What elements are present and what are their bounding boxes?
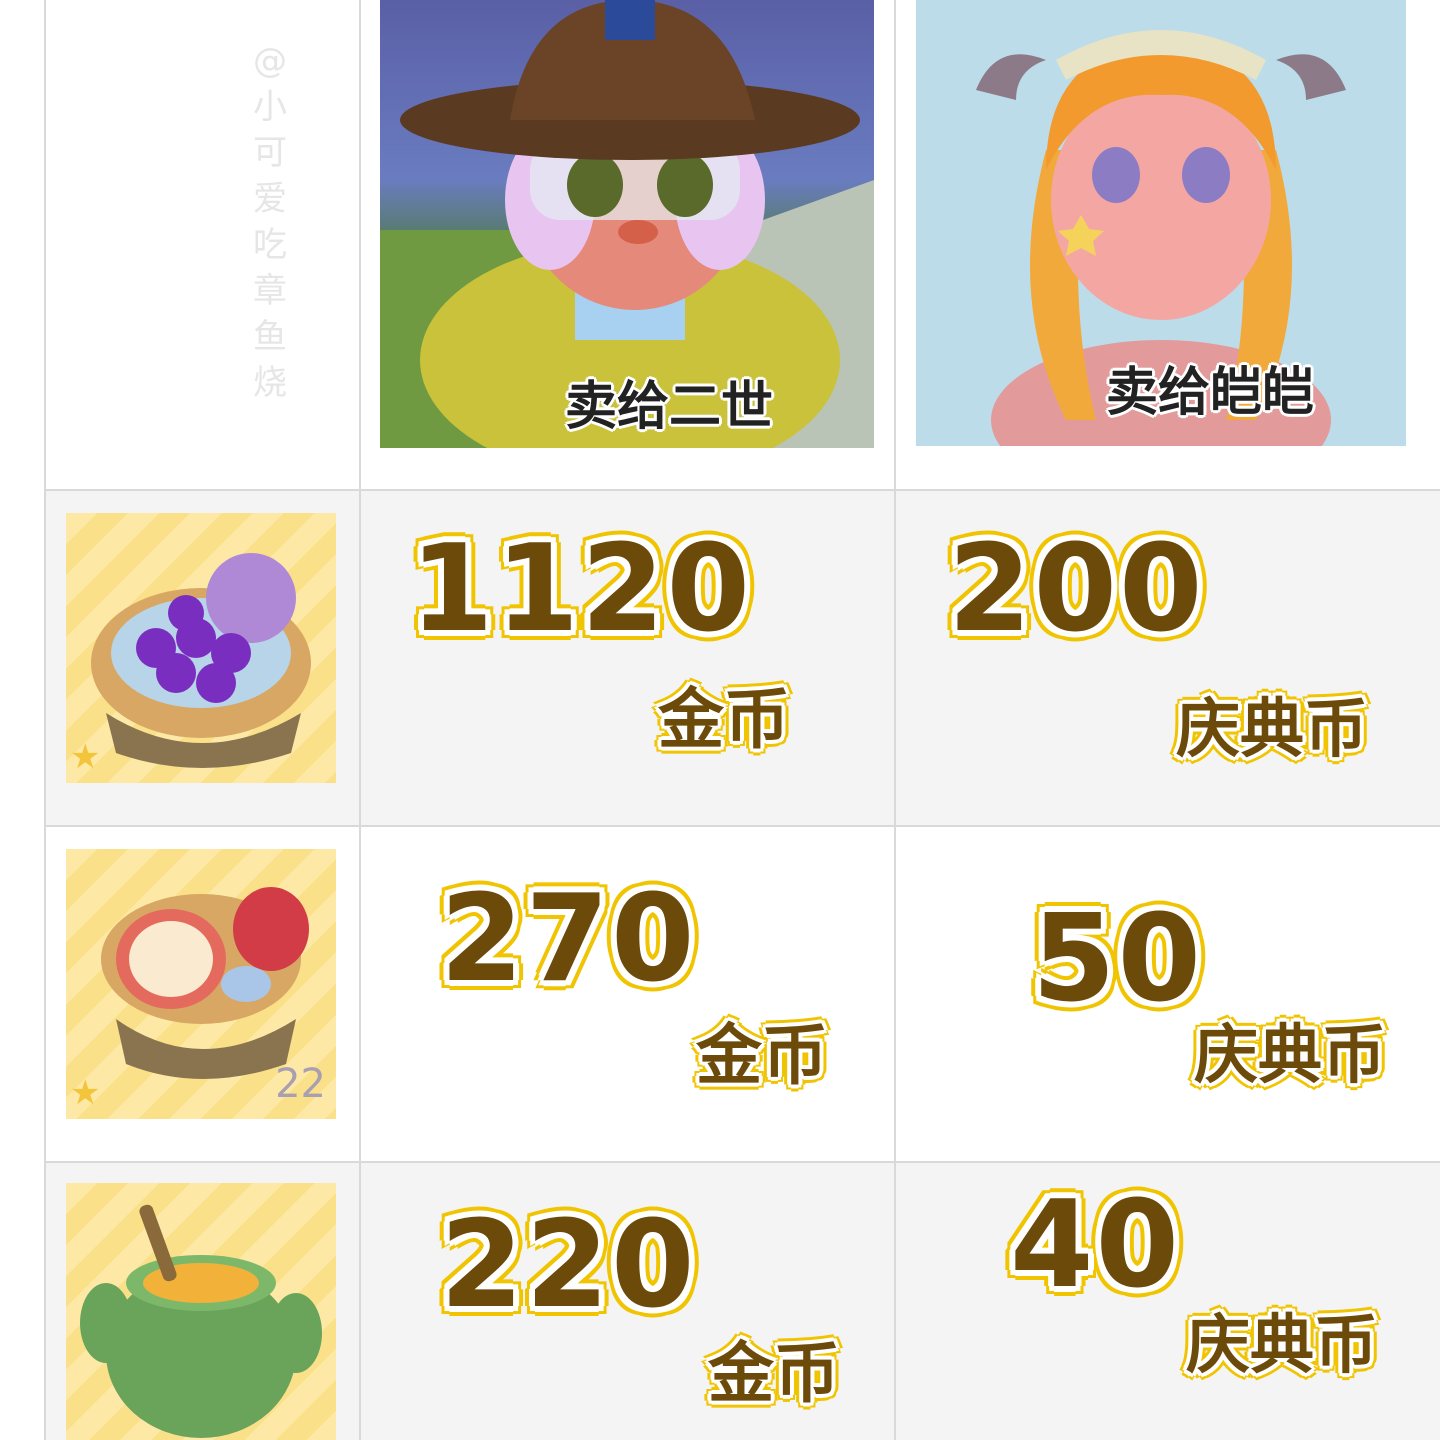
portrait-aiai: 卖给皑皑 — [916, 0, 1406, 446]
item-thumb-cactus-cup — [66, 1183, 336, 1440]
gold-unit: 金币 — [708, 1335, 840, 1412]
grid-line — [45, 825, 1440, 827]
festival-price: 200 — [948, 520, 1205, 659]
festival-unit: 庆典币 — [1176, 693, 1368, 767]
watermark: @小可爱吃章鱼烧 — [250, 38, 290, 406]
rarity-star-icon: ★ — [70, 1073, 101, 1113]
gold-unit: 金币 — [658, 681, 790, 758]
gold-unit: 金币 — [696, 1017, 828, 1094]
item-count: 22 — [275, 1061, 326, 1107]
grid-line — [359, 0, 361, 1440]
item-thumb-grape-basket: ★ — [66, 513, 336, 783]
rarity-star-icon: ★ — [70, 737, 101, 777]
gold-price: 1120 — [410, 520, 752, 659]
cactus-cup-icon — [80, 1204, 322, 1438]
festival-price: 40 — [1010, 1176, 1181, 1315]
grid-line — [45, 489, 1440, 491]
caption-sell-to-aiai: 卖给皑皑 — [1106, 363, 1315, 423]
gold-price: 270 — [440, 870, 697, 1009]
festival-price: 50 — [1032, 890, 1203, 1029]
festival-unit: 庆典币 — [1186, 1309, 1378, 1383]
gold-price: 220 — [440, 1196, 697, 1335]
grid-line — [45, 1161, 1440, 1163]
watermark-text: @小可爱吃章鱼烧 — [253, 41, 287, 403]
grid-line — [44, 0, 46, 1440]
portrait-ershi: 卖给二世 — [380, 0, 874, 448]
grid-line — [894, 0, 896, 1440]
caption-sell-to-ershi: 卖给二世 — [565, 377, 774, 437]
festival-unit: 庆典币 — [1194, 1019, 1386, 1093]
item-thumb-fruit-basket: ★ 22 — [66, 849, 336, 1119]
grape-basket-icon — [91, 553, 311, 768]
